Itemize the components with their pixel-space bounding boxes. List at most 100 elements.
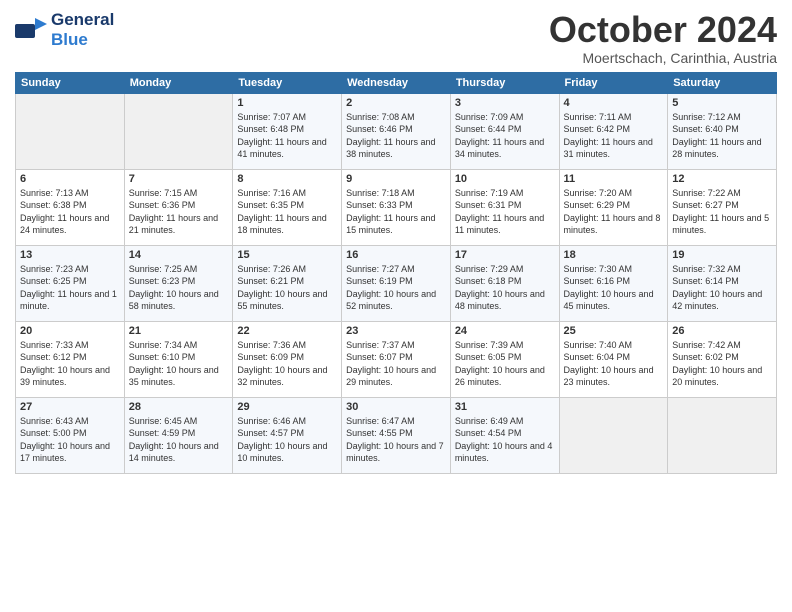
day-info: Sunrise: 7:18 AMSunset: 6:33 PMDaylight:… bbox=[346, 187, 446, 237]
day-number: 13 bbox=[20, 249, 120, 261]
calendar-cell: 15Sunrise: 7:26 AMSunset: 6:21 PMDayligh… bbox=[233, 245, 342, 321]
calendar-cell: 13 Sunrise: 7:23 AMSunset: 6:25 PMDayligh… bbox=[16, 245, 125, 321]
day-info: Sunrise: 7:25 AMSunset: 6:23 PMDaylight:… bbox=[129, 263, 229, 313]
calendar-cell: 6Sunrise: 7:13 AMSunset: 6:38 PMDaylight… bbox=[16, 169, 125, 245]
day-number: 17 bbox=[455, 249, 555, 261]
day-info: Sunrise: 6:45 AMSunset: 4:59 PMDaylight:… bbox=[129, 415, 229, 465]
calendar-header-friday: Friday bbox=[559, 72, 668, 93]
day-info: Sunrise: 7:42 AMSunset: 6:02 PMDaylight:… bbox=[672, 339, 772, 389]
day-info: Sunrise: 7:37 AMSunset: 6:07 PMDaylight:… bbox=[346, 339, 446, 389]
calendar-cell: 22Sunrise: 7:36 AMSunset: 6:09 PMDayligh… bbox=[233, 321, 342, 397]
calendar-header-sunday: Sunday bbox=[16, 72, 125, 93]
day-info: Sunrise: 7:33 AMSunset: 6:12 PMDaylight:… bbox=[20, 339, 120, 389]
calendar-cell: 1 Sunrise: 7:07 AMSunset: 6:48 PMDaylight… bbox=[233, 93, 342, 169]
day-number: 25 bbox=[564, 325, 664, 337]
calendar-cell: 12 Sunrise: 7:22 AMSunset: 6:27 PMDayligh… bbox=[668, 169, 777, 245]
day-number: 19 bbox=[672, 249, 772, 261]
day-info: Sunrise: 7:39 AMSunset: 6:05 PMDaylight:… bbox=[455, 339, 555, 389]
day-number: 3 bbox=[455, 97, 555, 109]
day-number: 27 bbox=[20, 401, 120, 413]
calendar-week-row: 20 Sunrise: 7:33 AMSunset: 6:12 PMDayligh… bbox=[16, 321, 777, 397]
calendar-header-monday: Monday bbox=[124, 72, 233, 93]
calendar-cell: 14 Sunrise: 7:25 AMSunset: 6:23 PMDayligh… bbox=[124, 245, 233, 321]
title-block: October 2024 Moertschach, Carinthia, Aus… bbox=[549, 10, 777, 66]
calendar-cell: 24 Sunrise: 7:39 AMSunset: 6:05 PMDayligh… bbox=[450, 321, 559, 397]
calendar-cell: 5 Sunrise: 7:12 AMSunset: 6:40 PMDaylight… bbox=[668, 93, 777, 169]
day-info: Sunrise: 7:15 AMSunset: 6:36 PMDaylight:… bbox=[129, 187, 229, 237]
calendar-cell: 20 Sunrise: 7:33 AMSunset: 6:12 PMDayligh… bbox=[16, 321, 125, 397]
day-number: 4 bbox=[564, 97, 664, 109]
calendar-header-thursday: Thursday bbox=[450, 72, 559, 93]
calendar-body: 1 Sunrise: 7:07 AMSunset: 6:48 PMDaylight… bbox=[16, 93, 777, 473]
month-title: October 2024 bbox=[549, 10, 777, 50]
calendar-cell: 29 Sunrise: 6:46 AMSunset: 4:57 PMDayligh… bbox=[233, 397, 342, 473]
calendar-cell: 23 Sunrise: 7:37 AMSunset: 6:07 PMDayligh… bbox=[342, 321, 451, 397]
calendar-cell bbox=[16, 93, 125, 169]
day-number: 6 bbox=[20, 173, 120, 185]
calendar-cell: 30Sunrise: 6:47 AMSunset: 4:55 PMDayligh… bbox=[342, 397, 451, 473]
day-info: Sunrise: 6:49 AMSunset: 4:54 PMDaylight:… bbox=[455, 415, 555, 465]
calendar-week-row: 13 Sunrise: 7:23 AMSunset: 6:25 PMDayligh… bbox=[16, 245, 777, 321]
day-number: 14 bbox=[129, 249, 229, 261]
calendar-week-row: 1 Sunrise: 7:07 AMSunset: 6:48 PMDaylight… bbox=[16, 93, 777, 169]
day-info: Sunrise: 7:20 AMSunset: 6:29 PMDaylight:… bbox=[564, 187, 664, 237]
day-number: 23 bbox=[346, 325, 446, 337]
calendar-cell bbox=[559, 397, 668, 473]
day-info: Sunrise: 7:23 AMSunset: 6:25 PMDaylight:… bbox=[20, 263, 120, 313]
day-number: 24 bbox=[455, 325, 555, 337]
logo-general: General bbox=[51, 10, 114, 29]
calendar-cell: 11 Sunrise: 7:20 AMSunset: 6:29 PMDayligh… bbox=[559, 169, 668, 245]
calendar-cell: 18 Sunrise: 7:30 AMSunset: 6:16 PMDayligh… bbox=[559, 245, 668, 321]
calendar-cell: 19 Sunrise: 7:32 AMSunset: 6:14 PMDayligh… bbox=[668, 245, 777, 321]
calendar-week-row: 6Sunrise: 7:13 AMSunset: 6:38 PMDaylight… bbox=[16, 169, 777, 245]
day-number: 18 bbox=[564, 249, 664, 261]
calendar-page: General Blue October 2024 Moertschach, C… bbox=[0, 0, 792, 612]
day-number: 10 bbox=[455, 173, 555, 185]
calendar-cell: 8 Sunrise: 7:16 AMSunset: 6:35 PMDaylight… bbox=[233, 169, 342, 245]
calendar-cell: 9 Sunrise: 7:18 AMSunset: 6:33 PMDaylight… bbox=[342, 169, 451, 245]
day-number: 31 bbox=[455, 401, 555, 413]
day-info: Sunrise: 7:29 AMSunset: 6:18 PMDaylight:… bbox=[455, 263, 555, 313]
calendar-week-row: 27Sunrise: 6:43 AMSunset: 5:00 PMDayligh… bbox=[16, 397, 777, 473]
day-info: Sunrise: 7:32 AMSunset: 6:14 PMDaylight:… bbox=[672, 263, 772, 313]
calendar-cell bbox=[668, 397, 777, 473]
day-number: 20 bbox=[20, 325, 120, 337]
calendar-cell bbox=[124, 93, 233, 169]
day-number: 2 bbox=[346, 97, 446, 109]
day-number: 26 bbox=[672, 325, 772, 337]
calendar-header-wednesday: Wednesday bbox=[342, 72, 451, 93]
day-info: Sunrise: 6:46 AMSunset: 4:57 PMDaylight:… bbox=[237, 415, 337, 465]
day-number: 12 bbox=[672, 173, 772, 185]
day-info: Sunrise: 7:40 AMSunset: 6:04 PMDaylight:… bbox=[564, 339, 664, 389]
day-info: Sunrise: 7:19 AMSunset: 6:31 PMDaylight:… bbox=[455, 187, 555, 237]
day-info: Sunrise: 7:12 AMSunset: 6:40 PMDaylight:… bbox=[672, 111, 772, 161]
calendar-cell: 26 Sunrise: 7:42 AMSunset: 6:02 PMDayligh… bbox=[668, 321, 777, 397]
calendar-cell: 17 Sunrise: 7:29 AMSunset: 6:18 PMDayligh… bbox=[450, 245, 559, 321]
day-info: Sunrise: 7:34 AMSunset: 6:10 PMDaylight:… bbox=[129, 339, 229, 389]
logo: General Blue bbox=[15, 10, 114, 50]
calendar-cell: 28 Sunrise: 6:45 AMSunset: 4:59 PMDayligh… bbox=[124, 397, 233, 473]
day-info: Sunrise: 7:30 AMSunset: 6:16 PMDaylight:… bbox=[564, 263, 664, 313]
day-info: Sunrise: 7:22 AMSunset: 6:27 PMDaylight:… bbox=[672, 187, 772, 237]
day-number: 21 bbox=[129, 325, 229, 337]
calendar-table: SundayMondayTuesdayWednesdayThursdayFrid… bbox=[15, 72, 777, 474]
day-number: 22 bbox=[237, 325, 337, 337]
day-number: 9 bbox=[346, 173, 446, 185]
day-number: 5 bbox=[672, 97, 772, 109]
location: Moertschach, Carinthia, Austria bbox=[549, 50, 777, 66]
calendar-cell: 3Sunrise: 7:09 AMSunset: 6:44 PMDaylight… bbox=[450, 93, 559, 169]
calendar-header-saturday: Saturday bbox=[668, 72, 777, 93]
page-header: General Blue October 2024 Moertschach, C… bbox=[15, 10, 777, 66]
day-info: Sunrise: 7:26 AMSunset: 6:21 PMDaylight:… bbox=[237, 263, 337, 313]
day-number: 28 bbox=[129, 401, 229, 413]
day-number: 29 bbox=[237, 401, 337, 413]
day-number: 8 bbox=[237, 173, 337, 185]
day-number: 1 bbox=[237, 97, 337, 109]
day-number: 7 bbox=[129, 173, 229, 185]
calendar-cell: 16Sunrise: 7:27 AMSunset: 6:19 PMDayligh… bbox=[342, 245, 451, 321]
day-info: Sunrise: 7:07 AMSunset: 6:48 PMDaylight:… bbox=[237, 111, 337, 161]
day-info: Sunrise: 7:16 AMSunset: 6:35 PMDaylight:… bbox=[237, 187, 337, 237]
logo-icon bbox=[15, 16, 47, 44]
calendar-header-row: SundayMondayTuesdayWednesdayThursdayFrid… bbox=[16, 72, 777, 93]
day-number: 11 bbox=[564, 173, 664, 185]
